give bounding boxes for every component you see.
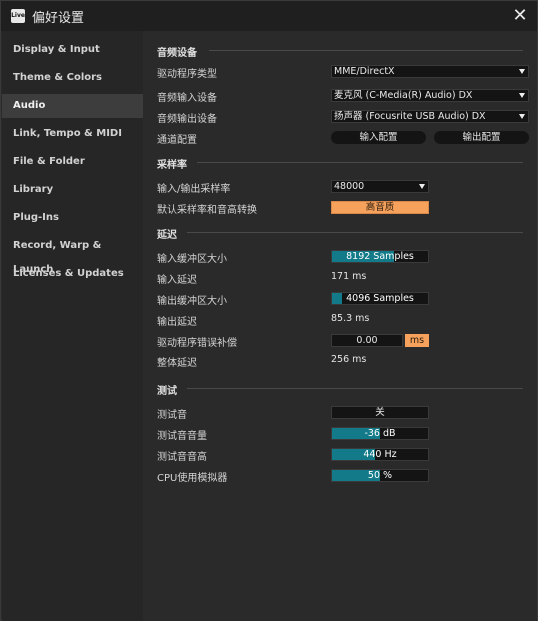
sample-rate-value: 48000 [334, 181, 365, 192]
output-device-dropdown[interactable]: 扬声器 (Focusrite USB Audio) DX [331, 110, 529, 123]
input-buffer-value: 8192 Samples [346, 251, 414, 262]
sample-rate-label: 输入/输出采样率 [157, 184, 231, 195]
section-divider [187, 232, 523, 233]
driver-error-compensation-label: 驱动程序错误补偿 [157, 338, 237, 349]
chevron-down-icon [419, 184, 425, 189]
input-device-dropdown[interactable]: 麦克风 (C-Media(R) Audio) DX [331, 89, 529, 102]
sidebar-item-link-tempo-midi[interactable]: Link, Tempo & MIDI [2, 122, 143, 146]
live-logo-icon: Live [11, 9, 25, 23]
section-title-audio-device: 音频设备 [157, 48, 197, 59]
section-divider [209, 50, 523, 51]
output-buffer-value: 4096 Samples [346, 293, 414, 304]
driver-error-compensation-input[interactable]: 0.00 [331, 334, 403, 347]
input-buffer-slider[interactable]: 8192 Samples [331, 250, 429, 263]
cpu-simulator-slider[interactable]: 50 % [331, 469, 429, 482]
sidebar: Display & Input Theme & Colors Audio Lin… [2, 31, 143, 621]
section-title-sample-rate: 采样率 [157, 160, 187, 171]
output-buffer-label: 输出缓冲区大小 [157, 296, 227, 307]
cpu-simulator-value: 50 % [367, 470, 393, 481]
output-latency-label: 输出延迟 [157, 317, 197, 328]
test-tone-label: 测试音 [157, 410, 187, 421]
window-title: 偏好设置 [32, 11, 85, 26]
high-quality-toggle[interactable]: 高音质 [331, 201, 429, 214]
section-title-test: 测试 [157, 386, 177, 397]
sidebar-item-theme-colors[interactable]: Theme & Colors [2, 66, 143, 90]
input-latency-label: 输入延迟 [157, 275, 197, 286]
driver-type-label: 驱动程序类型 [157, 69, 217, 80]
section-divider [197, 162, 523, 163]
sidebar-item-library[interactable]: Library [2, 178, 143, 202]
close-icon[interactable]: ✕ [509, 5, 531, 27]
test-tone-frequency-label: 测试音音高 [157, 452, 207, 463]
default-conversion-label: 默认采样率和音高转换 [157, 205, 257, 216]
output-config-button[interactable]: 输出配置 [434, 131, 529, 144]
audio-settings-panel: 音频设备 驱动程序类型 MME/DirectX 音频输入设备 麦克风 (C-Me… [143, 31, 537, 621]
sidebar-item-audio[interactable]: Audio [2, 94, 143, 118]
input-device-value: 麦克风 (C-Media(R) Audio) DX [334, 90, 473, 101]
section-title-latency: 延迟 [157, 230, 177, 241]
sidebar-item-file-folder[interactable]: File & Folder [2, 150, 143, 174]
input-latency-value: 171 ms [331, 271, 367, 282]
test-tone-toggle[interactable]: 关 [331, 406, 429, 419]
section-divider [187, 388, 523, 389]
test-tone-frequency-slider[interactable]: 440 Hz [331, 448, 429, 461]
output-latency-value: 85.3 ms [331, 313, 370, 324]
chevron-down-icon [519, 93, 525, 98]
total-latency-value: 256 ms [331, 354, 367, 365]
output-device-value: 扬声器 (Focusrite USB Audio) DX [334, 111, 486, 122]
driver-type-dropdown[interactable]: MME/DirectX [331, 65, 529, 78]
driver-type-value: MME/DirectX [334, 66, 395, 77]
chevron-down-icon [519, 69, 525, 74]
chevron-down-icon [519, 114, 525, 119]
sidebar-item-display-input[interactable]: Display & Input [2, 38, 143, 62]
test-tone-volume-slider[interactable]: -36 dB [331, 427, 429, 440]
test-tone-volume-label: 测试音音量 [157, 431, 207, 442]
title-bar: Live 偏好设置 ✕ [1, 1, 537, 31]
channel-config-label: 通道配置 [157, 135, 197, 146]
output-device-label: 音频输出设备 [157, 114, 217, 125]
preferences-window: Live 偏好设置 ✕ Display & Input Theme & Colo… [0, 0, 538, 621]
total-latency-label: 整体延迟 [157, 358, 197, 369]
sidebar-item-licenses-updates[interactable]: Licenses & Updates [2, 262, 143, 286]
input-device-label: 音频输入设备 [157, 93, 217, 104]
test-tone-frequency-value: 440 Hz [363, 449, 397, 460]
sample-rate-dropdown[interactable]: 48000 [331, 180, 429, 193]
sidebar-item-record-warp-launch[interactable]: Record, Warp & Launch [2, 234, 143, 275]
input-buffer-label: 输入缓冲区大小 [157, 254, 227, 265]
driver-error-compensation-unit[interactable]: ms [405, 334, 429, 347]
input-config-button[interactable]: 输入配置 [331, 131, 426, 144]
output-buffer-slider[interactable]: 4096 Samples [331, 292, 429, 305]
test-tone-volume-value: -36 dB [364, 428, 396, 439]
cpu-simulator-label: CPU使用模拟器 [157, 473, 228, 484]
sidebar-item-plug-ins[interactable]: Plug-Ins [2, 206, 143, 230]
